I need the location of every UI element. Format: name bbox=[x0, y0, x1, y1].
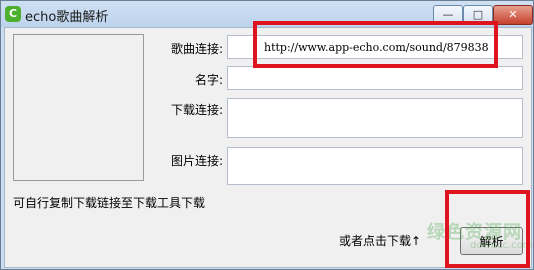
song-link-input[interactable] bbox=[228, 36, 522, 58]
name-label: 名字: bbox=[194, 73, 223, 87]
download-link-field[interactable] bbox=[227, 98, 523, 138]
or-download-text: 或者点击下载↑ bbox=[339, 234, 422, 248]
image-link-field[interactable] bbox=[227, 147, 523, 185]
maximize-button[interactable]: □ bbox=[463, 5, 493, 25]
image-link-input[interactable] bbox=[228, 148, 522, 184]
minimize-button[interactable]: — bbox=[433, 5, 463, 25]
download-link-label: 下载连接: bbox=[170, 103, 223, 117]
watermark-subtext: downcc.com bbox=[470, 240, 533, 251]
copy-hint-text: 可自行复制下载链接至下载工具下载 bbox=[13, 196, 206, 210]
download-link-input[interactable] bbox=[228, 99, 522, 137]
window-title: echo歌曲解析 bbox=[25, 10, 109, 25]
song-link-label: 歌曲连接: bbox=[170, 42, 223, 56]
title-bar[interactable]: C echo歌曲解析 — □ ✕ bbox=[1, 1, 533, 27]
name-input[interactable] bbox=[228, 67, 522, 89]
name-field[interactable] bbox=[227, 66, 523, 90]
cover-image-box bbox=[13, 34, 144, 181]
song-link-field[interactable] bbox=[227, 35, 523, 59]
image-link-label: 图片连接: bbox=[170, 154, 223, 168]
close-button[interactable]: ✕ bbox=[493, 5, 533, 25]
app-logo-icon: C bbox=[5, 6, 21, 22]
